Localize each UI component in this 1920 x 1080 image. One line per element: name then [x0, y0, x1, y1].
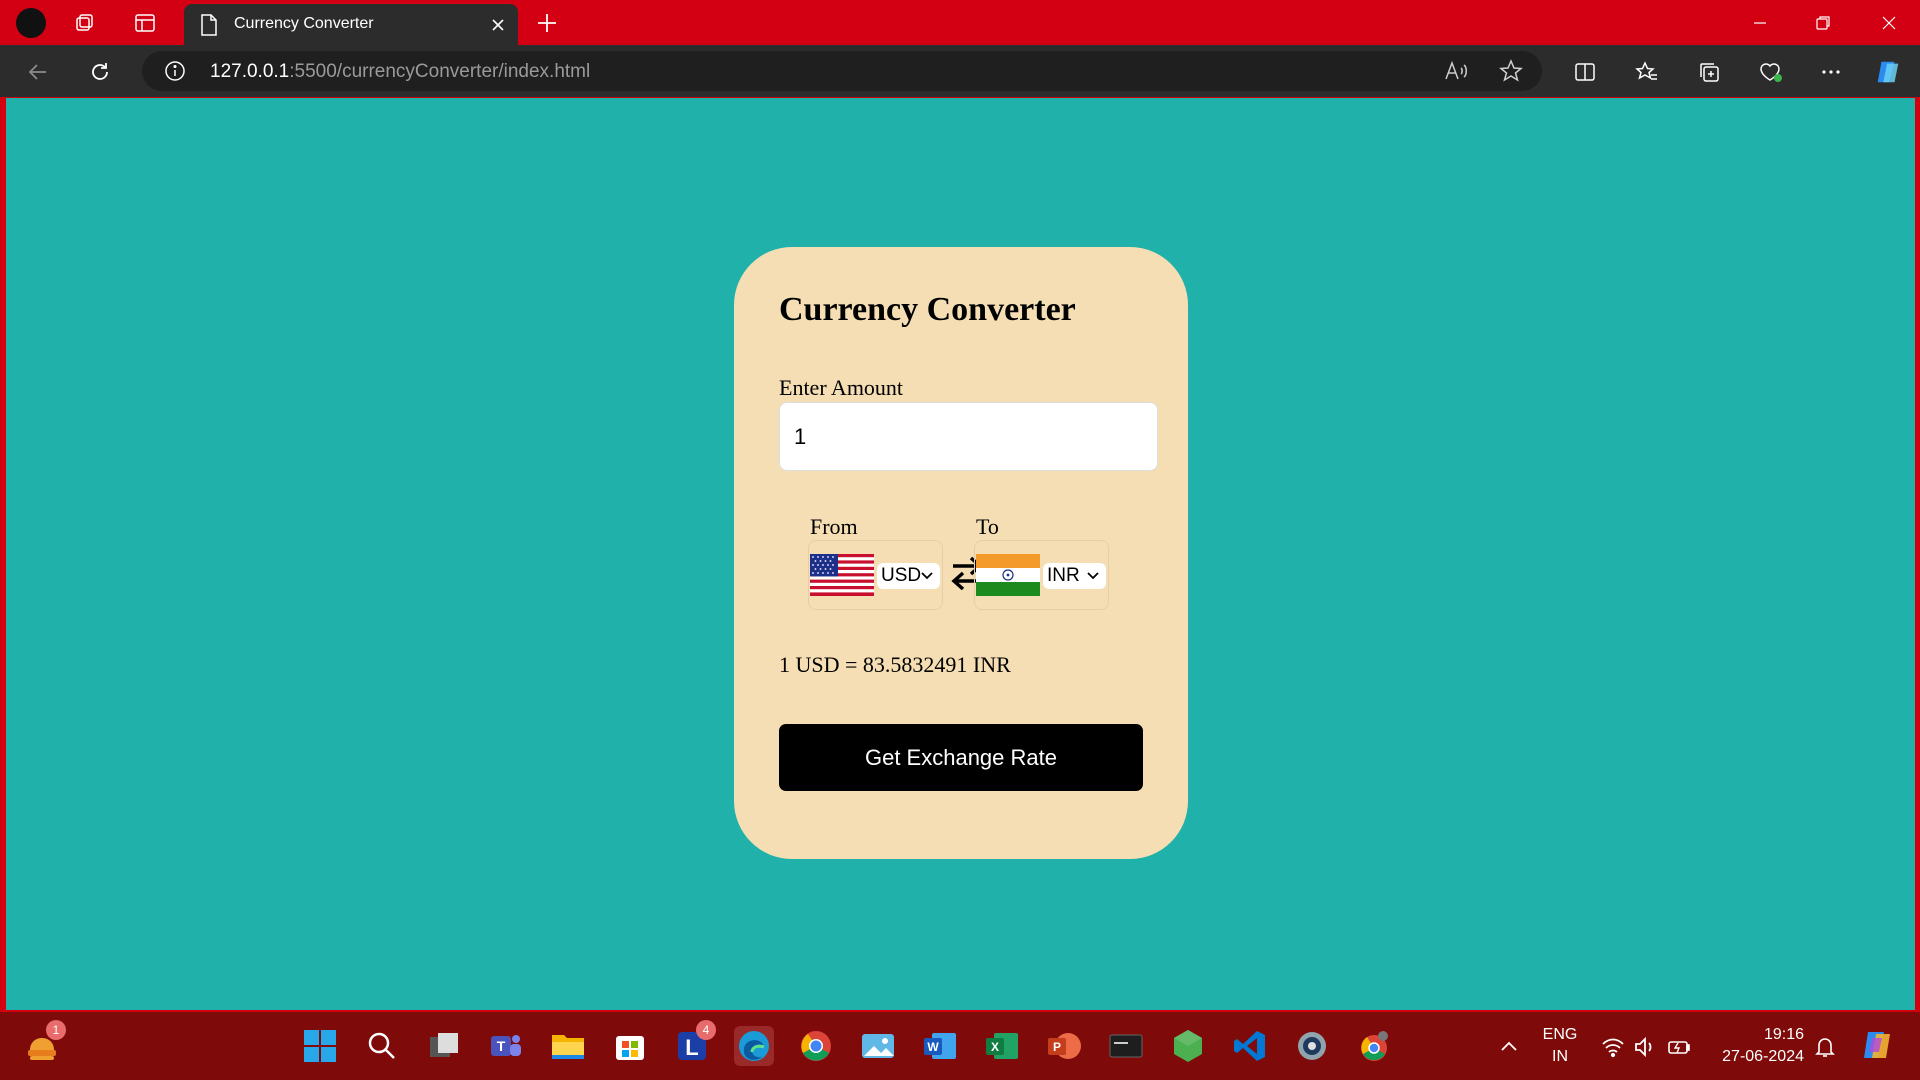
settings-app-icon[interactable]: [1292, 1026, 1332, 1066]
from-currency-select[interactable]: USD: [877, 563, 940, 589]
split-screen-icon[interactable]: [1571, 58, 1599, 86]
workspaces-icon[interactable]: [72, 10, 98, 36]
to-currency-value: INR: [1047, 565, 1080, 586]
from-currency-container: USD: [808, 540, 943, 610]
copilot-taskbar-icon[interactable]: [1860, 1028, 1894, 1062]
exchange-rate-result: 1 USD = 83.5832491 INR: [779, 652, 1011, 677]
vscode-icon[interactable]: [1230, 1026, 1270, 1066]
battery-icon[interactable]: [1666, 1034, 1692, 1060]
site-info-icon[interactable]: [164, 60, 186, 87]
svg-text:X: X: [991, 1040, 999, 1054]
refresh-icon[interactable]: [86, 58, 114, 86]
lens-app-icon[interactable]: L 4: [672, 1020, 716, 1066]
time-text: 19:16: [1763, 1026, 1804, 1043]
to-currency-container: INR: [974, 540, 1109, 610]
svg-text:T: T: [497, 1038, 506, 1054]
title-bar: Currency Converter: [0, 0, 1920, 45]
file-explorer-icon[interactable]: [548, 1026, 588, 1066]
task-view-icon[interactable]: [424, 1026, 464, 1066]
svg-text:P: P: [1053, 1040, 1061, 1054]
amount-input[interactable]: [779, 402, 1158, 471]
india-flag-icon: [976, 554, 1040, 596]
language-indicator[interactable]: ENG IN: [1540, 1026, 1580, 1066]
weather-widget-icon[interactable]: 1: [22, 1020, 66, 1066]
edge-icon[interactable]: [734, 1026, 774, 1066]
page-viewport: Currency Converter Enter Amount From To: [6, 98, 1915, 1010]
tab-currency-converter[interactable]: Currency Converter: [184, 4, 518, 45]
excel-icon[interactable]: X: [982, 1026, 1022, 1066]
microsoft-store-icon[interactable]: [610, 1026, 650, 1066]
browser-toolbar: 127.0.0.1:5500/currencyConverter/index.h…: [0, 45, 1920, 97]
new-tab-icon[interactable]: [535, 11, 559, 35]
start-button-icon[interactable]: [300, 1026, 340, 1066]
collections-icon[interactable]: [1695, 58, 1723, 86]
from-label: From: [810, 514, 858, 539]
close-tab-icon[interactable]: [488, 15, 508, 35]
to-currency-select[interactable]: INR: [1043, 563, 1106, 589]
chevron-down-icon: [1087, 572, 1099, 580]
amount-label: Enter Amount: [779, 375, 904, 400]
powerpoint-icon[interactable]: P: [1044, 1026, 1084, 1066]
get-exchange-rate-button[interactable]: Get Exchange Rate: [779, 724, 1143, 791]
clock[interactable]: 19:16 27-06-2024: [1708, 1026, 1804, 1066]
restore-icon[interactable]: [1810, 10, 1836, 36]
photos-icon[interactable]: [858, 1026, 898, 1066]
lens-badge: 4: [696, 1020, 716, 1040]
notifications-bell-icon[interactable]: [1812, 1034, 1838, 1060]
converter-card: Currency Converter Enter Amount From To: [734, 247, 1188, 859]
language-code: ENG: [1542, 1026, 1578, 1043]
word-icon[interactable]: W: [920, 1026, 960, 1066]
url-text: 127.0.0.1:5500/currencyConverter/index.h…: [210, 61, 591, 82]
page-title: Currency Converter: [779, 291, 1076, 328]
node-icon[interactable]: [1168, 1026, 1208, 1066]
mysql-shell-icon[interactable]: [1106, 1026, 1146, 1066]
to-label: To: [976, 514, 999, 539]
taskbar: 1 T L 4 W X P ENG IN 19:16 27-06-2024: [0, 1012, 1920, 1080]
chrome-icon[interactable]: [796, 1026, 836, 1066]
svg-text:L: L: [685, 1035, 698, 1060]
show-hidden-icons-chevron-up-icon[interactable]: [1496, 1034, 1522, 1060]
region-code: IN: [1552, 1048, 1568, 1065]
from-currency-value: USD: [881, 565, 922, 586]
wifi-icon[interactable]: [1600, 1034, 1626, 1060]
favorite-star-icon[interactable]: [1499, 59, 1523, 88]
favorites-icon[interactable]: [1633, 58, 1661, 86]
close-window-icon[interactable]: [1876, 10, 1902, 36]
svg-text:W: W: [927, 1040, 939, 1054]
page-icon: [200, 14, 218, 41]
read-aloud-icon[interactable]: [1444, 60, 1468, 87]
tab-title: Currency Converter: [234, 15, 374, 32]
search-icon[interactable]: [362, 1026, 402, 1066]
back-icon[interactable]: [24, 58, 52, 86]
weather-badge: 1: [46, 1020, 66, 1040]
profile-avatar[interactable]: [16, 8, 46, 38]
tab-actions-icon[interactable]: [132, 10, 158, 36]
volume-icon[interactable]: [1632, 1034, 1658, 1060]
chevron-down-icon: [921, 572, 933, 580]
chrome-profile-icon[interactable]: [1354, 1026, 1394, 1066]
minimize-icon[interactable]: [1747, 10, 1773, 36]
more-options-icon[interactable]: [1817, 58, 1845, 86]
us-flag-icon: [810, 554, 874, 596]
browser-essentials-icon[interactable]: [1757, 58, 1785, 86]
address-bar[interactable]: 127.0.0.1:5500/currencyConverter/index.h…: [142, 51, 1542, 91]
teams-icon[interactable]: T: [486, 1026, 526, 1066]
date-text: 27-06-2024: [1722, 1048, 1804, 1065]
copilot-icon[interactable]: [1874, 58, 1902, 86]
